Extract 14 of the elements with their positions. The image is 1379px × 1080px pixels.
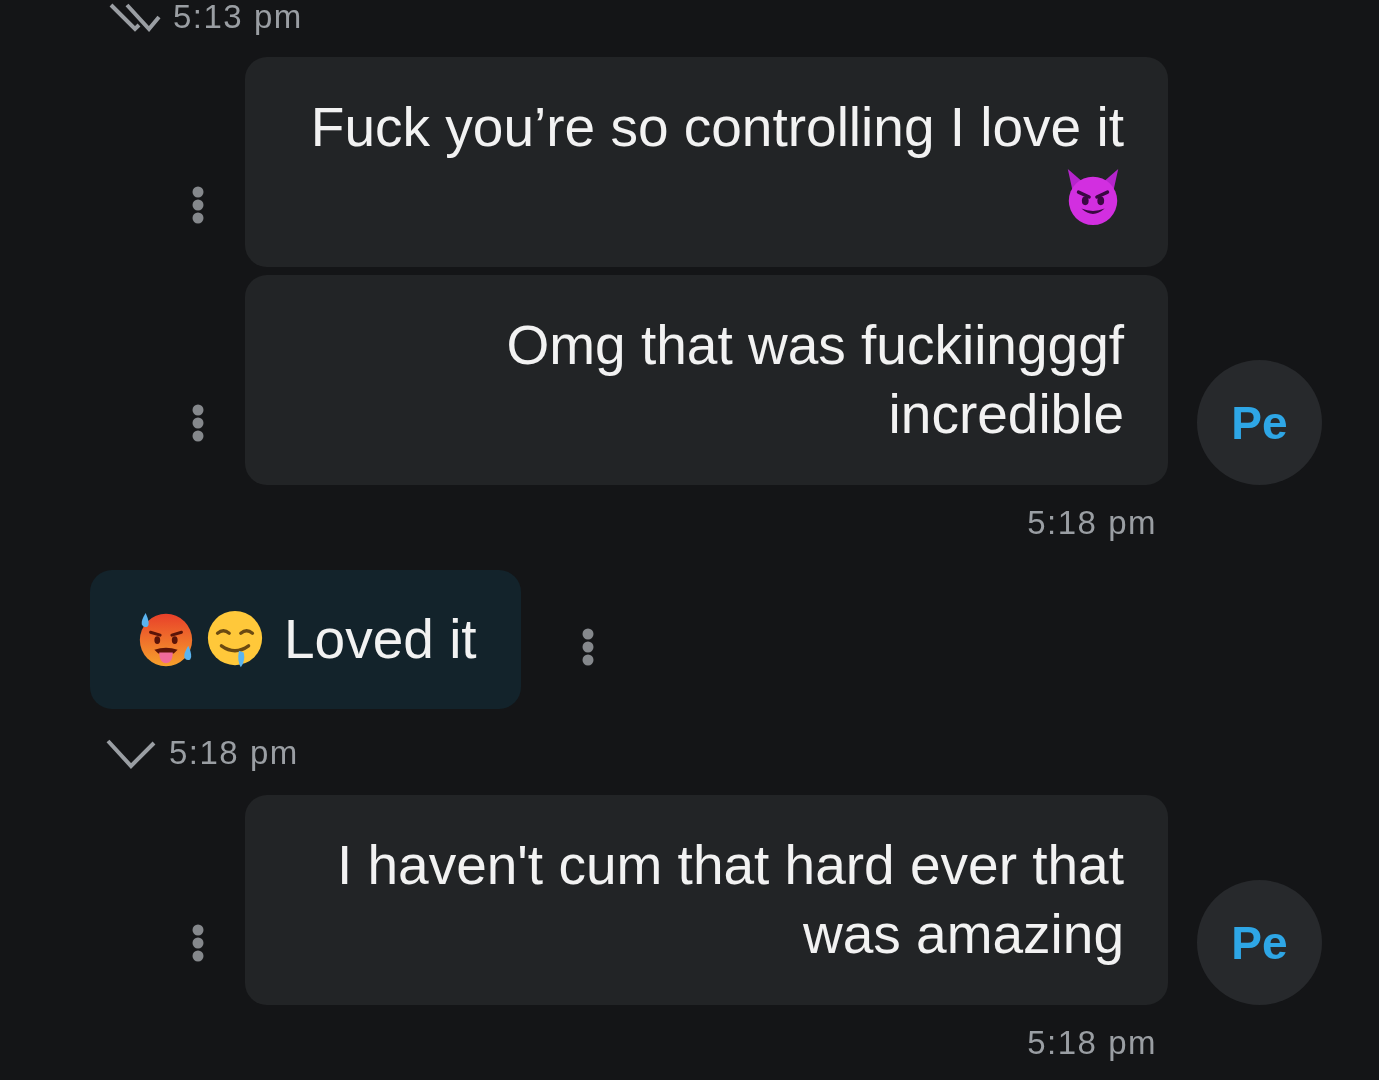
avatar[interactable]: Pe [1197, 360, 1322, 485]
more-options-icon[interactable] [192, 404, 204, 442]
message-text: Loved it [284, 607, 477, 672]
message-text: Omg that was fuckiingggf incredible [506, 314, 1124, 445]
message-time: 5:18 pm [169, 733, 299, 773]
avatar[interactable]: Pe [1197, 880, 1322, 1005]
message-time: 5:13 pm [173, 0, 303, 37]
message-time: 5:18 pm [1027, 503, 1157, 543]
message-text: Fuck you’re so controlling I love it [310, 96, 1124, 158]
more-options-icon[interactable] [581, 627, 594, 666]
more-options-icon[interactable] [192, 186, 204, 224]
message-text: I haven't cum that hard ever that was amazing [336, 834, 1124, 965]
more-options-icon[interactable] [192, 924, 204, 962]
message-time: 5:18 pm [1027, 1023, 1157, 1063]
